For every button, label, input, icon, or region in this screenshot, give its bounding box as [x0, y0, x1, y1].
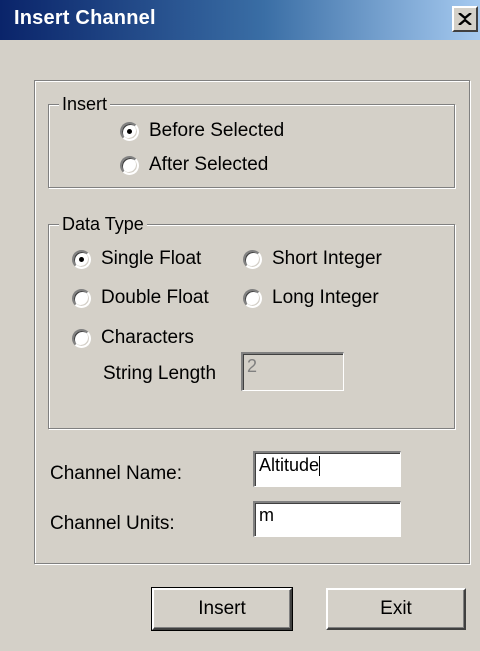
exit-button-label: Exit — [380, 598, 412, 619]
insert-group-title: Insert — [59, 92, 111, 116]
channel-name-value: Altitude — [259, 455, 320, 475]
radio-single-float-button[interactable] — [72, 249, 91, 269]
radio-short-integer-button[interactable] — [243, 249, 262, 269]
radio-long-integer-button[interactable] — [243, 288, 262, 308]
channel-name-label: Channel Name: — [50, 463, 183, 484]
radio-characters[interactable]: Characters — [72, 327, 194, 349]
radio-short-integer-label: Short Integer — [272, 248, 382, 269]
insert-button-label: Insert — [198, 598, 246, 619]
title-bar: Insert Channel — [0, 0, 480, 40]
radio-long-integer-label: Long Integer — [272, 287, 379, 308]
radio-short-integer[interactable]: Short Integer — [243, 248, 382, 270]
radio-characters-label: Characters — [101, 327, 194, 348]
radio-single-float[interactable]: Single Float — [72, 248, 201, 270]
channel-units-input[interactable]: m — [253, 501, 401, 537]
text-caret — [319, 456, 321, 477]
radio-double-float-label: Double Float — [101, 287, 209, 308]
channel-units-label: Channel Units: — [50, 513, 175, 534]
radio-before-selected[interactable]: Before Selected — [120, 120, 284, 142]
close-icon — [458, 13, 472, 25]
radio-after-selected-button[interactable] — [120, 155, 139, 175]
radio-long-integer[interactable]: Long Integer — [243, 287, 379, 309]
string-length-input[interactable]: 2 — [241, 352, 344, 391]
data-type-group-title: Data Type — [59, 212, 147, 236]
channel-units-value: m — [259, 505, 274, 525]
string-length-value: 2 — [247, 356, 258, 376]
radio-before-selected-label: Before Selected — [149, 120, 285, 141]
string-length-label: String Length — [103, 363, 217, 384]
radio-before-selected-button[interactable] — [120, 121, 139, 141]
radio-double-float[interactable]: Double Float — [72, 287, 209, 309]
radio-characters-button[interactable] — [72, 328, 91, 348]
radio-single-float-label: Single Float — [101, 248, 202, 269]
insert-button[interactable]: Insert — [151, 587, 293, 631]
radio-after-selected[interactable]: After Selected — [120, 154, 268, 176]
close-button[interactable] — [452, 6, 478, 32]
radio-double-float-button[interactable] — [72, 288, 91, 308]
channel-name-input[interactable]: Altitude — [253, 451, 401, 487]
radio-after-selected-label: After Selected — [149, 154, 269, 175]
window-title: Insert Channel — [14, 7, 156, 29]
exit-button[interactable]: Exit — [326, 588, 466, 630]
